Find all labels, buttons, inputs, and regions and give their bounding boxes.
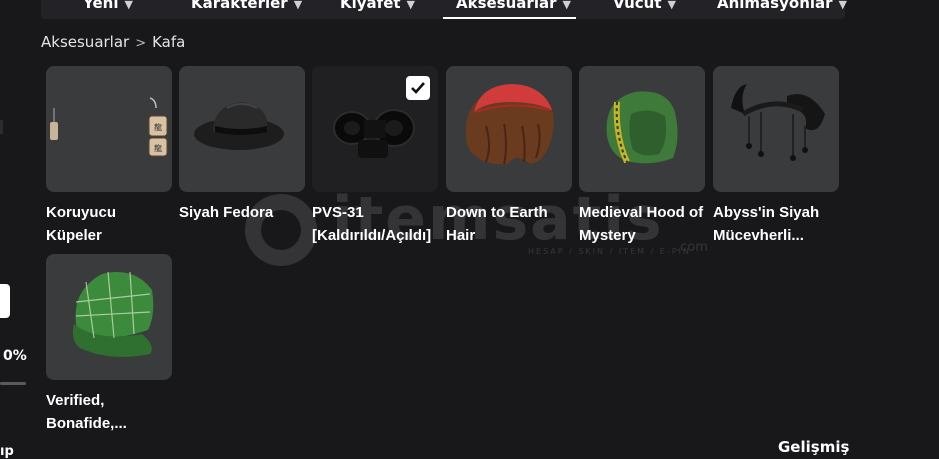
chevron-down-icon: ▼ xyxy=(293,0,303,11)
tab-animations-label: Animasyonlar xyxy=(717,0,833,12)
fedora-hat-icon xyxy=(194,102,284,150)
breadcrumb-parent[interactable]: Aksesuarlar xyxy=(41,33,129,51)
breadcrumb: Aksesuarlar > Kafa xyxy=(41,33,185,51)
left-panel-handle xyxy=(0,120,3,134)
green-cap-icon xyxy=(72,271,154,357)
chevron-down-icon: ▼ xyxy=(838,0,848,11)
tab-clothing[interactable]: Kıyafet ▼ xyxy=(340,0,415,19)
tab-new-label: Yeni xyxy=(83,0,119,12)
item-name: Siyah Fedora xyxy=(179,204,274,221)
tab-accessories-label: Aksesuarlar xyxy=(456,0,557,12)
item-name: Abyss'in Siyah Mücevherli... xyxy=(713,204,820,244)
chevron-down-icon: ▼ xyxy=(406,0,416,11)
chevron-down-icon: ▼ xyxy=(667,0,676,11)
item-card[interactable]: PVS-31 [Kaldırıldı/Açıldı] xyxy=(312,66,438,247)
earrings-icon: 龍 龍 xyxy=(50,97,168,157)
tab-body[interactable]: Vücut ▼ xyxy=(613,0,676,19)
advanced-button[interactable]: Gelişmiş xyxy=(778,438,849,456)
left-panel-slider-track[interactable] xyxy=(0,382,26,385)
item-name: Verified, Bonafide,... xyxy=(46,392,127,432)
svg-text:龍: 龍 xyxy=(154,122,162,132)
left-panel-percent: 0% xyxy=(3,348,27,364)
tab-characters-label: Karakterler xyxy=(191,0,288,12)
svg-text:龍: 龍 xyxy=(154,143,162,153)
item-card[interactable]: Abyss'in Siyah Mücevherli... xyxy=(713,66,839,247)
item-card[interactable]: Siyah Fedora xyxy=(179,66,305,224)
horns-jewelry-icon xyxy=(731,84,825,161)
selected-checkmark-icon xyxy=(406,76,430,100)
tab-body-label: Vücut xyxy=(613,0,662,12)
active-tab-indicator xyxy=(443,17,576,19)
hair-beanie-icon xyxy=(465,84,554,165)
tab-animations[interactable]: Animasyonlar ▼ xyxy=(717,0,847,19)
item-card[interactable]: Verified, Bonafide,... xyxy=(46,254,172,435)
item-thumbnail[interactable] xyxy=(579,66,705,192)
item-name: PVS-31 [Kaldırıldı/Açıldı] xyxy=(312,204,432,244)
item-thumbnail[interactable] xyxy=(713,66,839,192)
item-thumbnail[interactable] xyxy=(179,66,305,192)
tab-new[interactable]: Yeni ▼ xyxy=(83,0,133,19)
item-card[interactable]: Down to Earth Hair xyxy=(446,66,572,247)
breadcrumb-separator: > xyxy=(135,36,147,51)
item-thumbnail[interactable] xyxy=(312,66,438,192)
chevron-down-icon: ▼ xyxy=(562,0,571,11)
tab-characters[interactable]: Karakterler ▼ xyxy=(191,0,302,19)
item-thumbnail[interactable] xyxy=(46,254,172,380)
item-name: Koruyucu Küpeler xyxy=(46,204,117,244)
item-thumbnail[interactable]: 龍 龍 xyxy=(46,66,172,192)
item-name: Down to Earth Hair xyxy=(446,204,548,244)
watermark-subtext: HESAP / SKIN / ITEM / E-PIN xyxy=(528,247,691,256)
breadcrumb-current: Kafa xyxy=(152,33,186,51)
item-card[interactable]: 龍 龍 Koruyucu Küpeler xyxy=(46,66,172,247)
left-panel-toggle[interactable] xyxy=(0,284,10,318)
item-card[interactable]: Medieval Hood of Mystery xyxy=(579,66,705,247)
green-hood-icon xyxy=(606,91,678,164)
item-name: Medieval Hood of Mystery xyxy=(579,204,704,244)
tab-clothing-label: Kıyafet xyxy=(340,0,401,12)
item-thumbnail[interactable] xyxy=(446,66,572,192)
chevron-down-icon: ▼ xyxy=(124,0,133,11)
